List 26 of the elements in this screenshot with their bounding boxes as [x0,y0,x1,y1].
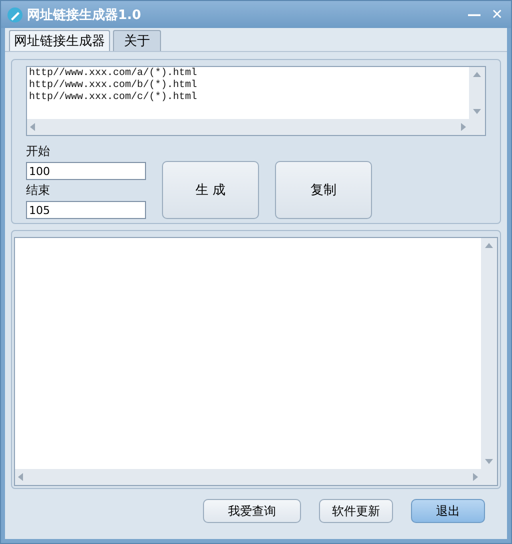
url-template-field[interactable]: http//www.xxx.com/a/(*).html http//www.xxx.com/b/(*).html http//www.xxx.com/c/(*).html [27,67,469,119]
arrow-down-icon[interactable] [485,459,493,464]
start-label: 开始 [26,143,51,160]
start-input[interactable]: 100 [26,162,146,180]
vertical-scrollbar[interactable] [481,238,497,469]
window-title: 网址链接生成器1.0 [27,6,142,24]
end-label: 结束 [26,182,51,199]
horizontal-scrollbar[interactable] [27,119,469,135]
copy-button[interactable]: 复制 [275,161,372,219]
arrow-right-icon[interactable] [473,473,478,481]
arrow-left-icon[interactable] [30,123,35,131]
footer-button[interactable]: 退出 [411,499,485,523]
generate-button[interactable]: 生 成 [162,161,259,219]
arrow-up-icon[interactable] [473,72,481,77]
tab[interactable]: 关于 [113,30,161,51]
footer-button[interactable]: 软件更新 [319,499,393,523]
arrow-right-icon[interactable] [461,123,466,131]
arrow-up-icon[interactable] [485,243,493,248]
arrow-down-icon[interactable] [473,109,481,114]
footer-button[interactable]: 我爱查询 [203,499,301,523]
end-input[interactable]: 105 [26,201,146,219]
arrow-left-icon[interactable] [18,473,23,481]
tab[interactable]: 网址链接生成器 [9,30,110,51]
horizontal-scrollbar[interactable] [15,469,481,485]
pen-icon [7,6,23,22]
vertical-scrollbar[interactable] [469,67,485,119]
